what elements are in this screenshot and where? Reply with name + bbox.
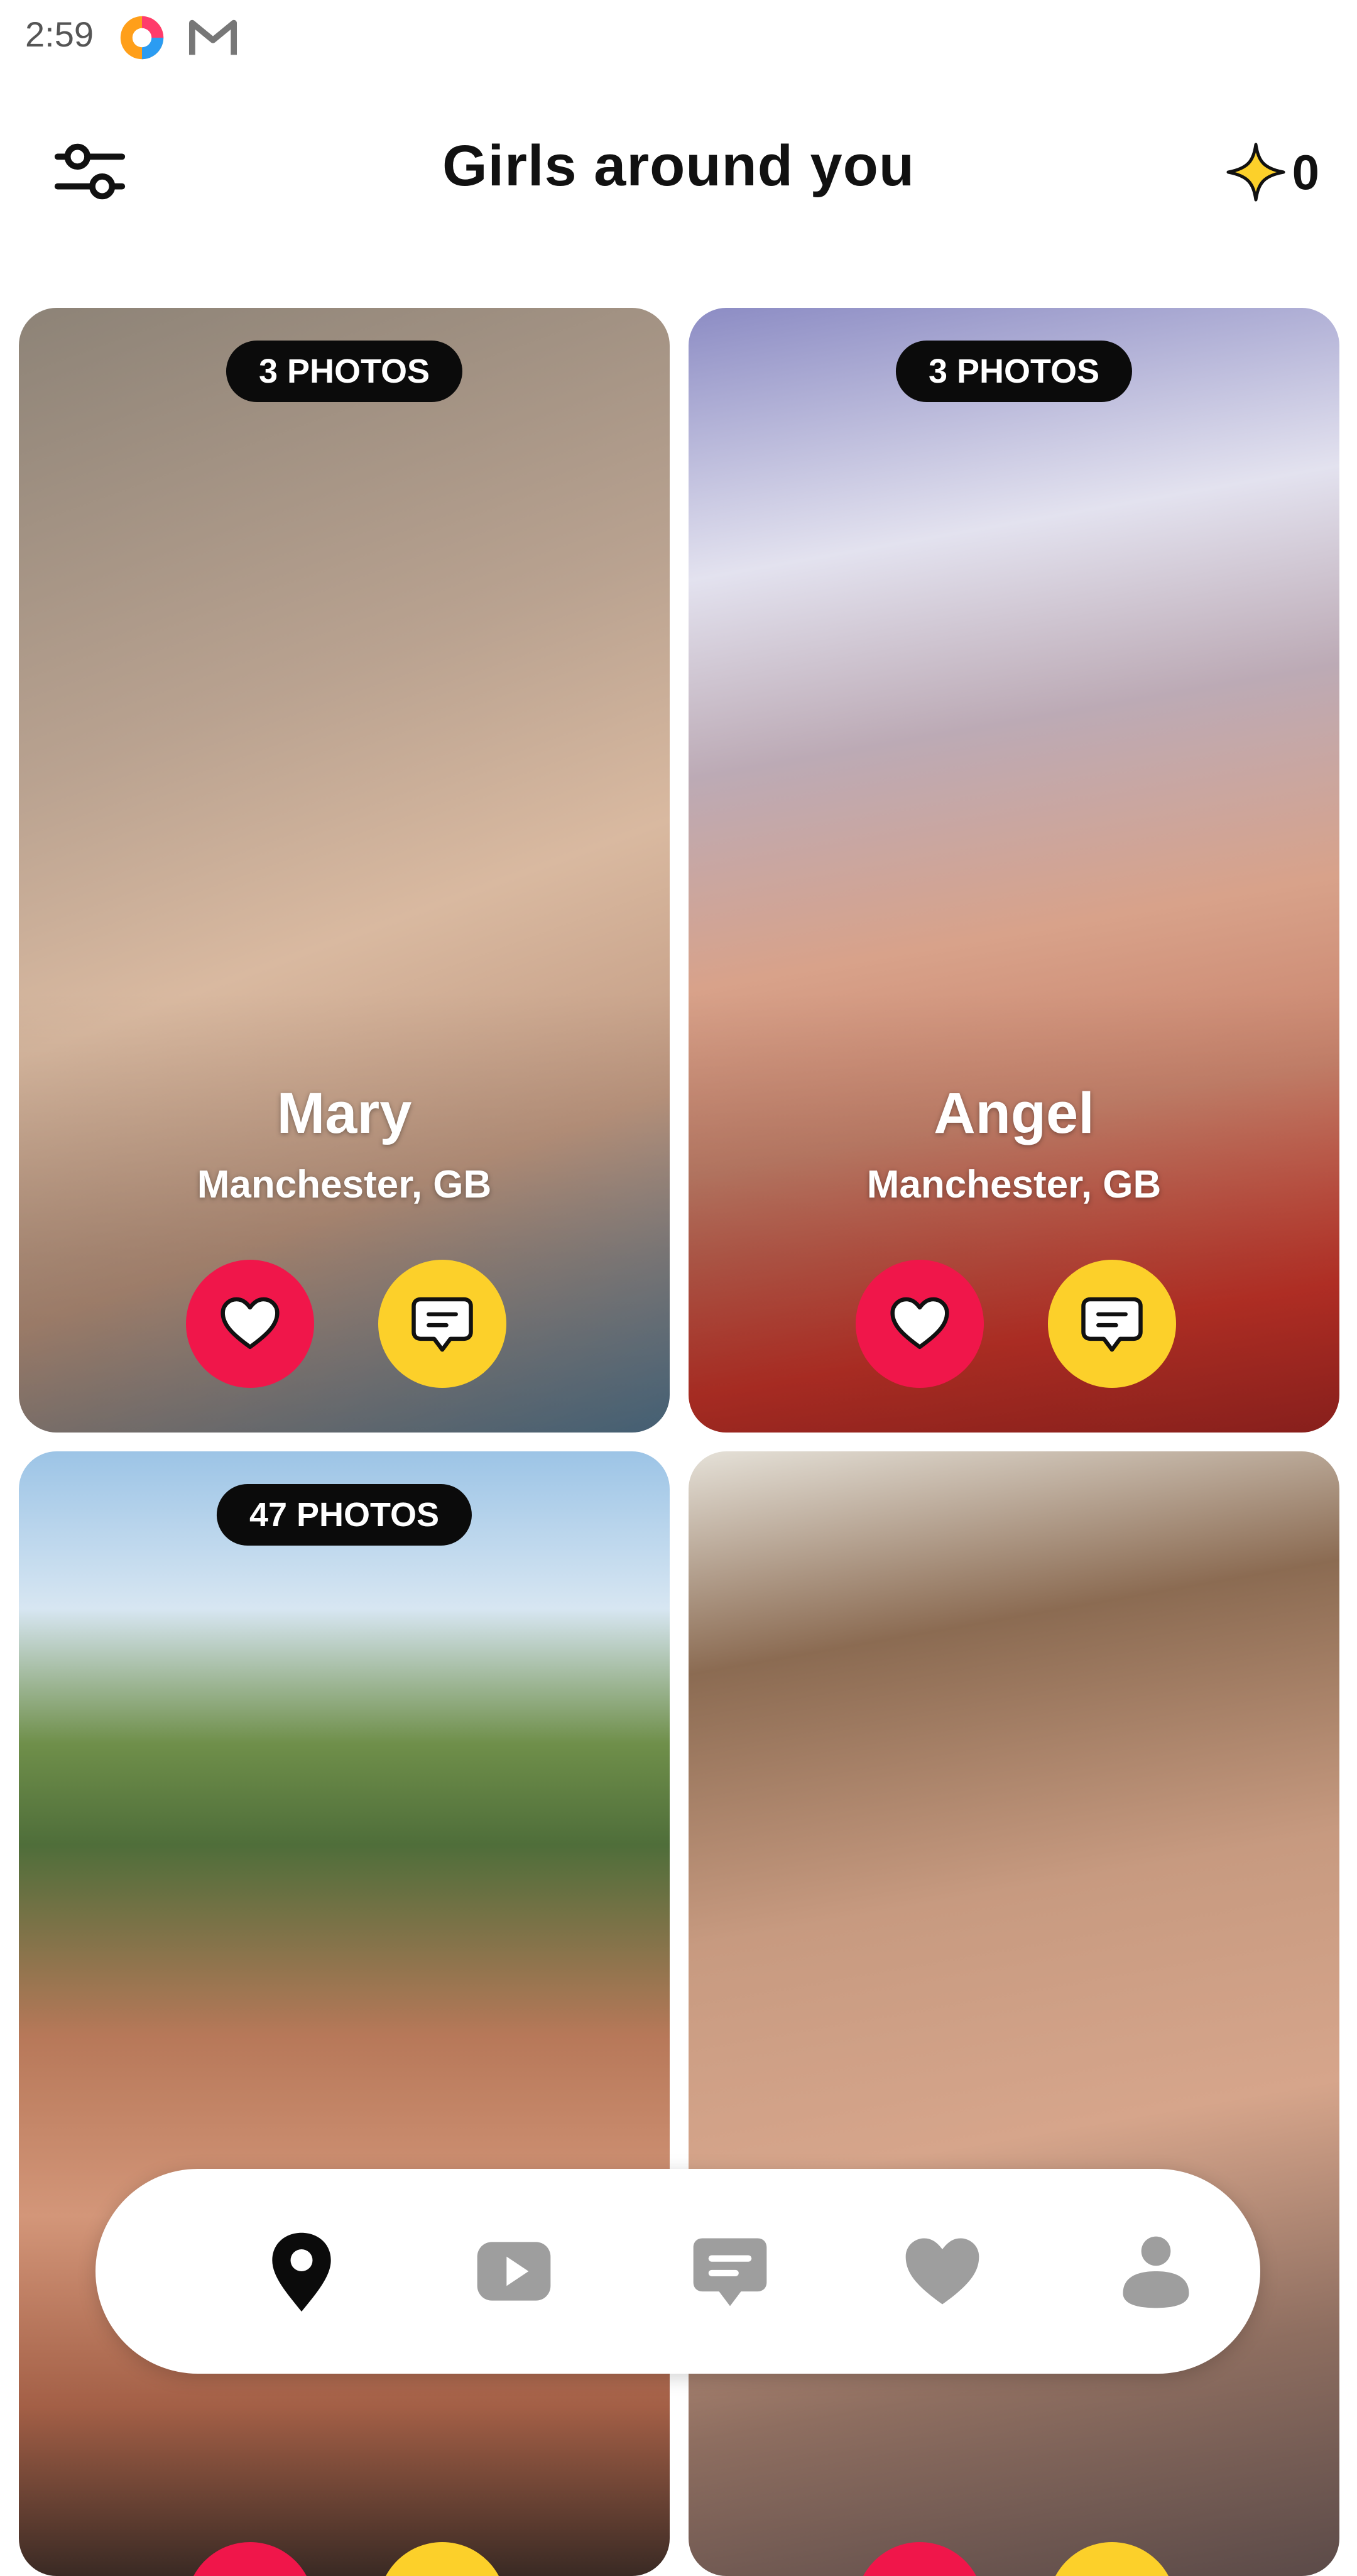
photo-count-badge: 47 PHOTOS xyxy=(216,1484,472,1546)
photo-count-badge: 3 PHOTOS xyxy=(895,341,1133,402)
message-icon xyxy=(411,1297,473,1352)
nav-likes[interactable] xyxy=(892,2221,993,2322)
video-play-icon xyxy=(477,2242,551,2301)
message-button[interactable] xyxy=(378,2542,506,2576)
status-time: 2:59 xyxy=(25,14,94,54)
profile-card-angel[interactable]: 3 PHOTOS Angel Manchester, GB xyxy=(689,308,1339,1433)
message-icon xyxy=(1081,1297,1143,1352)
nav-nearby[interactable] xyxy=(251,2221,352,2322)
credits-count: 0 xyxy=(1292,144,1319,200)
profile-card-mary[interactable]: 3 PHOTOS Mary Manchester, GB xyxy=(19,308,670,1433)
profile-card-3[interactable]: 47 PHOTOS xyxy=(19,1451,670,2576)
profile-name: Angel xyxy=(934,1081,1094,1145)
credits-button[interactable]: 0 xyxy=(1224,134,1319,210)
nav-videos[interactable] xyxy=(464,2221,564,2322)
profile-location: Manchester, GB xyxy=(197,1163,492,1206)
heart-icon xyxy=(221,1297,280,1350)
chat-bubble-icon xyxy=(693,2238,767,2306)
like-button[interactable] xyxy=(186,2542,314,2576)
app-notification-icon xyxy=(120,16,164,60)
message-button[interactable] xyxy=(378,1260,506,1388)
status-bar: 2:59 xyxy=(0,0,1357,75)
heart-icon xyxy=(890,1297,949,1350)
photo-overlay xyxy=(689,993,1339,1433)
page-title: Girls around you xyxy=(442,134,915,198)
gmail-icon xyxy=(188,19,237,55)
message-button[interactable] xyxy=(1048,1260,1176,1388)
sparkle-icon xyxy=(1226,143,1285,202)
like-button[interactable] xyxy=(186,1260,314,1388)
like-button[interactable] xyxy=(856,1260,984,1388)
message-button[interactable] xyxy=(1048,2542,1176,2576)
profile-location: Manchester, GB xyxy=(866,1163,1162,1206)
location-pin-icon xyxy=(272,2232,331,2312)
nav-profile[interactable] xyxy=(1106,2221,1206,2322)
profile-card-4[interactable] xyxy=(689,1451,1339,2576)
profile-icon xyxy=(1123,2236,1189,2308)
nav-messages[interactable] xyxy=(680,2221,780,2322)
header: Girls around you 0 xyxy=(0,101,1357,239)
like-button[interactable] xyxy=(856,2542,984,2576)
bottom-nav xyxy=(95,2169,1260,2374)
profile-name: Mary xyxy=(276,1081,412,1145)
photo-count-badge: 3 PHOTOS xyxy=(226,341,463,402)
heart-icon xyxy=(905,2238,979,2305)
photo-overlay xyxy=(19,993,670,1433)
